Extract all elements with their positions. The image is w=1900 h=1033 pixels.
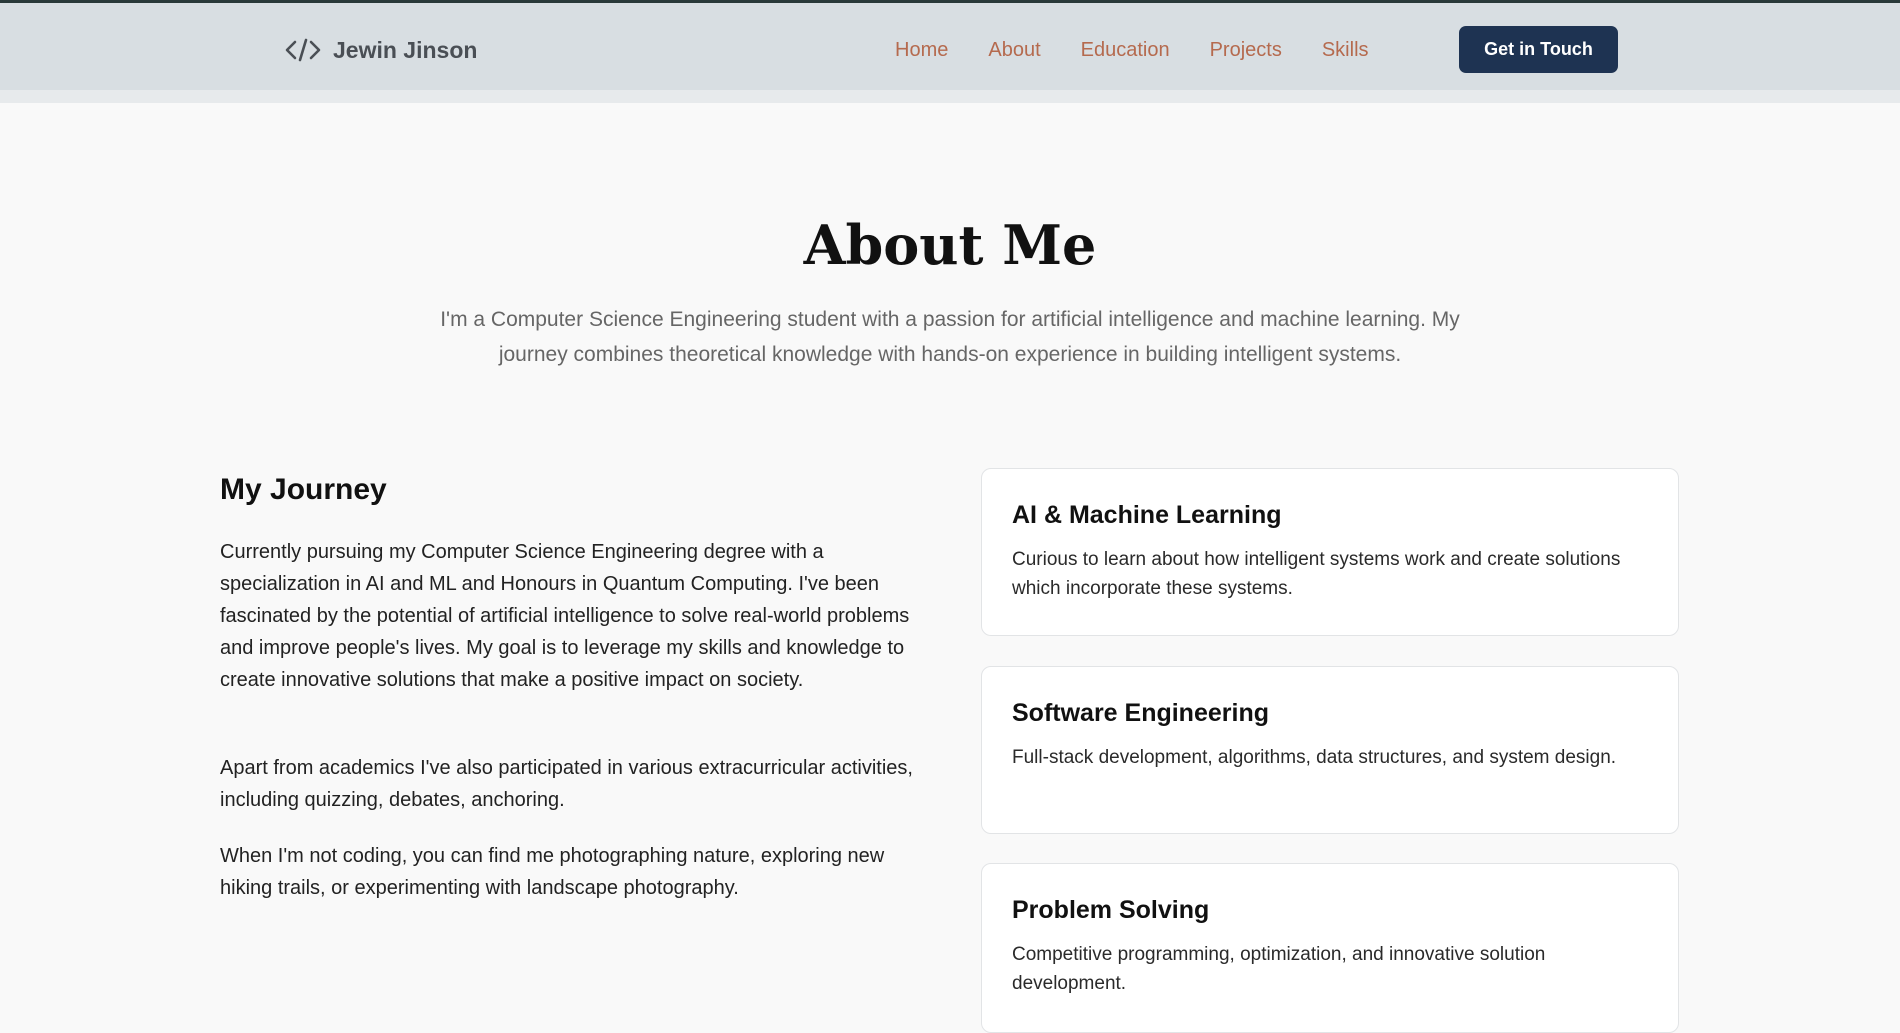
main-nav: Home About Education Projects Skills <box>895 33 1369 67</box>
nav-link-home[interactable]: Home <box>895 39 948 62</box>
navbar: Jewin Jinson Home About Education Projec… <box>0 3 1900 90</box>
brand-logo[interactable]: Jewin Jinson <box>285 33 477 67</box>
nav-link-skills[interactable]: Skills <box>1322 39 1369 62</box>
get-in-touch-button[interactable]: Get in Touch <box>1459 26 1618 73</box>
card-description: Curious to learn about how intelligent s… <box>1012 549 1621 599</box>
journey-title: My Journey <box>220 473 387 506</box>
brand-name: Jewin Jinson <box>333 36 478 63</box>
journey-paragraph: Apart from academics I've also participa… <box>220 757 913 811</box>
section-title: About Me <box>803 213 1097 277</box>
section-intro: I'm a Computer Science Engineering stude… <box>440 308 1460 366</box>
card-description: Full-stack development, algorithms, data… <box>1012 747 1617 768</box>
card-title: Problem Solving <box>1012 896 1210 924</box>
navbar-shadow <box>0 90 1900 103</box>
journey-paragraph: When I'm not coding, you can find me pho… <box>220 845 885 899</box>
card-title: Software Engineering <box>1012 699 1269 727</box>
card-title: AI & Machine Learning <box>1012 501 1282 529</box>
journey-paragraph: Currently pursuing my Computer Science E… <box>220 541 910 691</box>
interest-card: AI & Machine Learning Curious to learn a… <box>981 468 1679 636</box>
card-description: Competitive programming, optimization, a… <box>1012 944 1546 994</box>
nav-link-about[interactable]: About <box>988 39 1040 62</box>
code-icon <box>285 38 321 62</box>
nav-link-projects[interactable]: Projects <box>1210 39 1282 62</box>
interest-card: Problem Solving Competitive programming,… <box>981 863 1679 1033</box>
nav-link-education[interactable]: Education <box>1081 39 1170 62</box>
interest-card: Software Engineering Full-stack developm… <box>981 666 1679 834</box>
